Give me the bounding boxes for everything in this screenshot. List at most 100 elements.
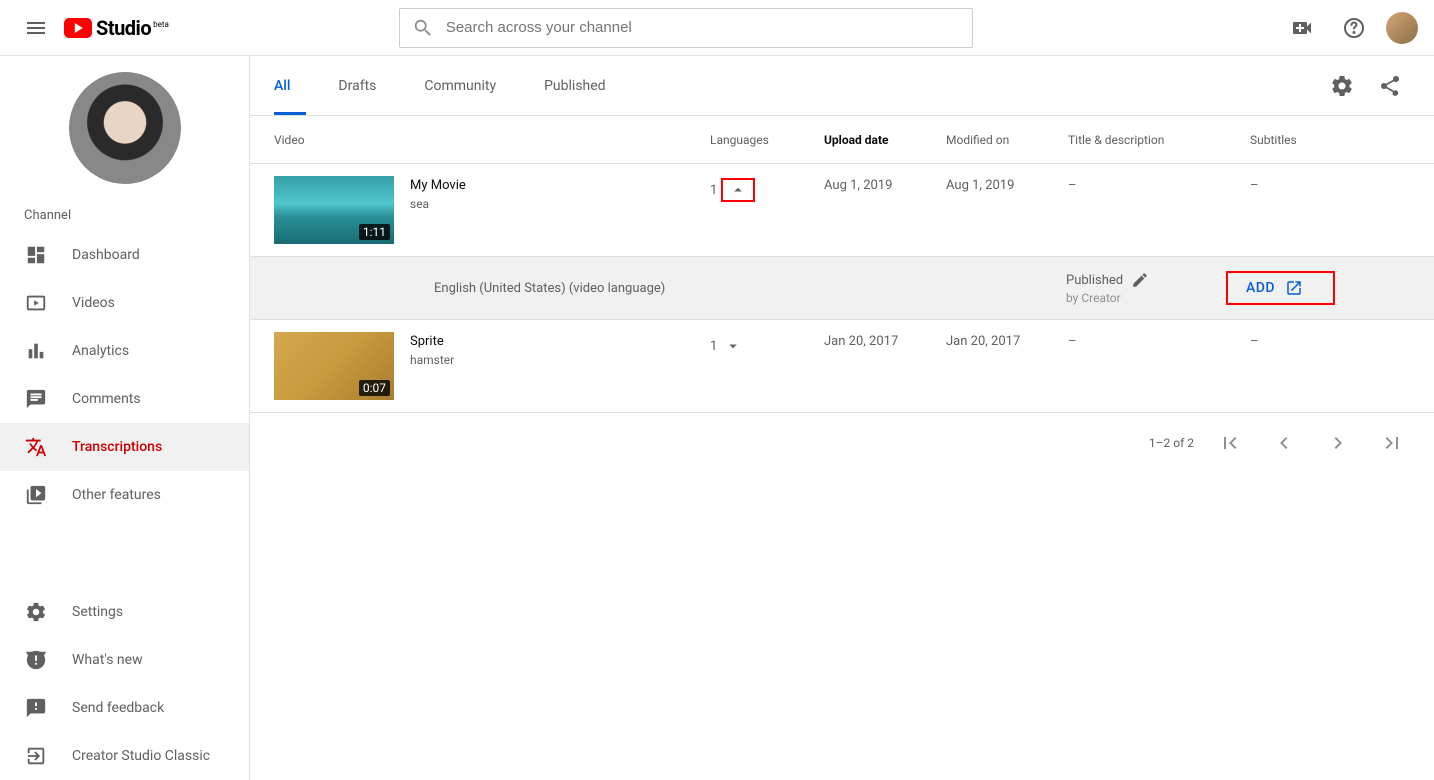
expand-button[interactable] bbox=[721, 334, 745, 358]
help-button[interactable] bbox=[1334, 8, 1374, 48]
subtitles-cell: – bbox=[1250, 332, 1410, 400]
nav-label: Settings bbox=[72, 604, 123, 620]
video-meta: My Movie sea bbox=[410, 176, 466, 244]
create-video-button[interactable] bbox=[1282, 8, 1322, 48]
upload-cell: Jan 20, 2017 bbox=[824, 332, 946, 400]
main-content: All Drafts Community Published Video Lan… bbox=[250, 56, 1434, 780]
tab-label: Community bbox=[424, 78, 496, 94]
table-row[interactable]: 1:11 My Movie sea 1 Aug 1, 2019 Aug 1, 2… bbox=[250, 164, 1434, 257]
tab-all[interactable]: All bbox=[274, 56, 314, 115]
tab-drafts[interactable]: Drafts bbox=[314, 56, 400, 115]
tab-published[interactable]: Published bbox=[520, 56, 629, 115]
header-actions bbox=[1282, 8, 1418, 48]
modified-cell: Aug 1, 2019 bbox=[946, 176, 1068, 244]
first-page-button[interactable] bbox=[1212, 425, 1248, 461]
channel-block bbox=[0, 56, 249, 192]
videos-icon bbox=[24, 292, 48, 314]
collapse-button[interactable] bbox=[721, 178, 755, 202]
col-video: Video bbox=[274, 133, 710, 147]
channel-avatar[interactable] bbox=[69, 72, 181, 184]
search-input[interactable] bbox=[446, 19, 960, 36]
modified-cell: Jan 20, 2017 bbox=[946, 332, 1068, 400]
lang-cell: 1 bbox=[710, 332, 824, 400]
prev-page-button[interactable] bbox=[1266, 425, 1302, 461]
gear-icon bbox=[24, 601, 48, 623]
title-desc-cell: – bbox=[1068, 176, 1250, 244]
search-box[interactable] bbox=[399, 8, 973, 48]
nav-label: Send feedback bbox=[72, 700, 164, 716]
col-subtitles: Subtitles bbox=[1250, 133, 1410, 147]
video-plus-icon bbox=[1290, 16, 1314, 40]
nav-label: Creator Studio Classic bbox=[72, 748, 210, 764]
video-title: Sprite bbox=[410, 334, 454, 349]
translate-icon bbox=[24, 436, 48, 458]
menu-button[interactable] bbox=[16, 8, 56, 48]
search-container bbox=[399, 8, 973, 48]
hamburger-icon bbox=[24, 16, 48, 40]
status-block: Published by Creator bbox=[1066, 271, 1226, 305]
tabs-actions bbox=[1322, 66, 1410, 106]
video-desc: hamster bbox=[410, 353, 454, 367]
sidebar-bottom: Settings What's new Send feedback Creato… bbox=[0, 588, 249, 780]
nav-label: Videos bbox=[72, 295, 115, 311]
sidebar-item-analytics[interactable]: Analytics bbox=[0, 327, 249, 375]
announcement-icon bbox=[24, 649, 48, 671]
col-upload[interactable]: Upload date bbox=[824, 133, 946, 147]
col-languages: Languages bbox=[710, 133, 824, 147]
table-header: Video Languages Upload date Modified on … bbox=[250, 116, 1434, 164]
search-icon bbox=[412, 17, 434, 39]
tab-community[interactable]: Community bbox=[400, 56, 520, 115]
nav-label: Transcriptions bbox=[72, 439, 162, 455]
sidebar: Channel Dashboard Videos Analytics Comme… bbox=[0, 56, 250, 780]
sidebar-item-send-feedback[interactable]: Send feedback bbox=[0, 684, 249, 732]
sidebar-item-whats-new[interactable]: What's new bbox=[0, 636, 249, 684]
other-features-icon bbox=[24, 484, 48, 506]
channel-label: Channel bbox=[0, 192, 249, 231]
next-page-button[interactable] bbox=[1320, 425, 1356, 461]
settings-button[interactable] bbox=[1322, 66, 1362, 106]
video-thumbnail[interactable]: 0:07 bbox=[274, 332, 394, 400]
video-cell: 0:07 Sprite hamster bbox=[274, 332, 710, 400]
nav-label: What's new bbox=[72, 652, 143, 668]
help-icon bbox=[1342, 16, 1366, 40]
status-text: Published bbox=[1066, 273, 1123, 288]
sidebar-item-transcriptions[interactable]: Transcriptions bbox=[0, 423, 249, 471]
nav-label: Comments bbox=[72, 391, 141, 407]
nav-label: Analytics bbox=[72, 343, 129, 359]
first-page-icon bbox=[1218, 431, 1242, 455]
edit-icon[interactable] bbox=[1131, 271, 1149, 289]
upload-cell: Aug 1, 2019 bbox=[824, 176, 946, 244]
sidebar-item-videos[interactable]: Videos bbox=[0, 279, 249, 327]
sidebar-item-settings[interactable]: Settings bbox=[0, 588, 249, 636]
table-row[interactable]: 0:07 Sprite hamster 1 Jan 20, 2017 Jan 2… bbox=[250, 320, 1434, 413]
sidebar-item-comments[interactable]: Comments bbox=[0, 375, 249, 423]
sidebar-item-dashboard[interactable]: Dashboard bbox=[0, 231, 249, 279]
by-creator: by Creator bbox=[1066, 291, 1226, 305]
sidebar-item-other-features[interactable]: Other features bbox=[0, 471, 249, 519]
share-button[interactable] bbox=[1370, 66, 1410, 106]
last-page-button[interactable] bbox=[1374, 425, 1410, 461]
nav-label: Dashboard bbox=[72, 247, 140, 263]
open-in-new-icon bbox=[1285, 279, 1303, 297]
gear-icon bbox=[1330, 74, 1354, 98]
last-page-icon bbox=[1380, 431, 1404, 455]
chevron-down-icon bbox=[724, 337, 742, 355]
youtube-studio-logo[interactable]: Studio beta bbox=[64, 16, 169, 40]
sidebar-nav: Dashboard Videos Analytics Comments Tran… bbox=[0, 231, 249, 519]
chevron-right-icon bbox=[1326, 431, 1350, 455]
tab-label: Published bbox=[544, 78, 605, 94]
video-thumbnail[interactable]: 1:11 bbox=[274, 176, 394, 244]
user-avatar[interactable] bbox=[1386, 12, 1418, 44]
add-label: ADD bbox=[1246, 280, 1275, 296]
chevron-up-icon bbox=[729, 181, 747, 199]
share-icon bbox=[1378, 74, 1402, 98]
sidebar-item-creator-studio-classic[interactable]: Creator Studio Classic bbox=[0, 732, 249, 780]
lang-cell: 1 bbox=[710, 176, 824, 244]
video-desc: sea bbox=[410, 197, 466, 211]
add-subtitles-button[interactable]: ADD bbox=[1226, 271, 1335, 305]
youtube-icon bbox=[64, 18, 92, 38]
feedback-icon bbox=[24, 697, 48, 719]
dashboard-icon bbox=[24, 244, 48, 266]
tab-label: All bbox=[274, 78, 290, 94]
language-name: English (United States) (video language) bbox=[434, 281, 1066, 296]
